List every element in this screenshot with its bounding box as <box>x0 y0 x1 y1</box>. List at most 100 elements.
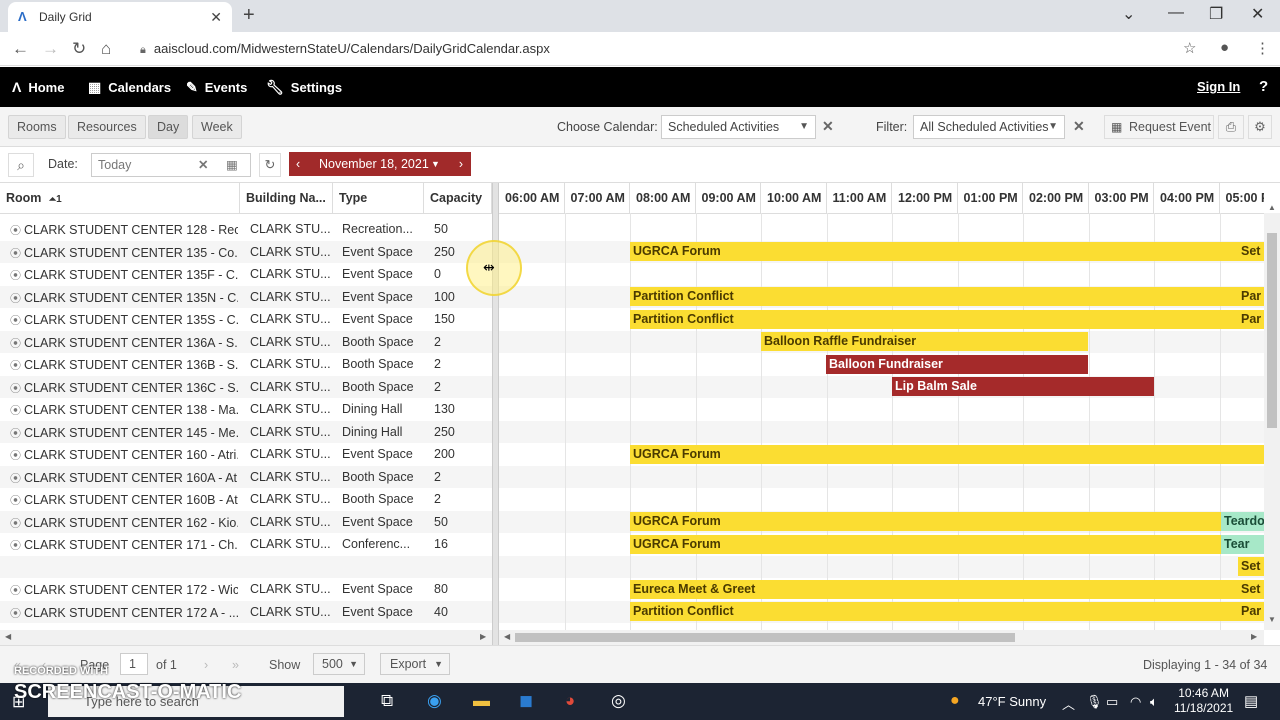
room-info-icon[interactable]: ⦿ <box>10 293 21 305</box>
wifi-icon[interactable]: ◠ <box>1130 694 1141 710</box>
column-header-room[interactable]: Room ⏶1 <box>0 183 240 213</box>
room-name[interactable]: ⦿ CLARK STUDENT CENTER 136A - S... <box>10 335 238 351</box>
profile-icon[interactable]: ● <box>1220 39 1229 56</box>
event-block[interactable]: UGRCA Forum <box>630 242 1264 261</box>
event-block[interactable]: Tear <box>1221 534 1264 554</box>
event-block[interactable]: Eureca Meet & Greet <box>630 579 1264 599</box>
reload-icon[interactable]: ↻ <box>72 39 86 59</box>
weather-text[interactable]: 47°F Sunny <box>978 694 1046 709</box>
room-name[interactable]: ⦿ CLARK STUDENT CENTER 136B - S... <box>10 357 238 373</box>
timeline-row[interactable] <box>499 465 1264 488</box>
event-block[interactable]: Teardo <box>1221 512 1264 531</box>
event-block[interactable]: Par <box>1238 287 1264 306</box>
table-row[interactable]: ⦿ CLARK STUDENT CENTER 135S - C... CLARK S… <box>0 308 492 331</box>
event-block[interactable]: Balloon Fundraiser <box>826 354 1088 374</box>
room-info-icon[interactable]: ⦿ <box>10 450 21 462</box>
event-block[interactable]: Balloon Raffle Fundraiser <box>761 332 1088 351</box>
print-icon[interactable]: ⎙ <box>1218 115 1244 139</box>
event-block[interactable]: Lip Balm Sale <box>892 377 1154 396</box>
timeline-row[interactable] <box>499 263 1264 286</box>
room-info-icon[interactable]: ⦿ <box>10 540 21 552</box>
room-name[interactable]: ⦿ CLARK STUDENT CENTER 160A - At... <box>10 470 238 486</box>
event-block[interactable]: Par <box>1238 309 1264 329</box>
tab-search-icon[interactable]: ⌄ <box>1122 4 1135 24</box>
timeline-row[interactable] <box>499 420 1264 443</box>
table-row[interactable]: ⦿ CLARK STUDENT CENTER 160 - Atri... CLARK… <box>0 443 492 466</box>
scroll-left-icon[interactable]: ◀ <box>504 632 510 641</box>
event-block[interactable]: Par <box>1238 602 1264 621</box>
back-icon[interactable]: ← <box>12 39 29 59</box>
event-block[interactable]: UGRCA Forum <box>630 444 1264 464</box>
room-info-icon[interactable]: ⦿ <box>10 338 21 350</box>
window-close-icon[interactable]: ✕ <box>1251 4 1264 24</box>
request-event-button[interactable]: ▦ Request Event <box>1104 115 1214 139</box>
new-tab-icon[interactable]: + <box>243 4 255 27</box>
gear-icon[interactable]: ⚙ <box>1248 115 1272 139</box>
room-name[interactable]: ⦿ CLARK STUDENT CENTER 138 - Ma... <box>10 402 238 418</box>
room-info-icon[interactable]: ⦿ <box>10 428 21 440</box>
room-name[interactable]: ⦿ CLARK STUDENT CENTER 135N - C... <box>10 290 238 306</box>
table-row[interactable]: ⦿ CLARK STUDENT CENTER 162 - Kio... CLARK … <box>0 510 492 533</box>
current-date[interactable]: November 18, 2021 <box>319 152 429 176</box>
file-explorer-icon[interactable]: ▬ <box>473 691 490 711</box>
volume-icon[interactable]: 🔈︎ <box>1150 694 1158 710</box>
room-info-icon[interactable]: ⦿ <box>10 270 21 282</box>
room-name[interactable]: ⦿ CLARK STUDENT CENTER 162 - Kio... <box>10 515 238 531</box>
room-info-icon[interactable]: ⦿ <box>10 405 21 417</box>
timeline-row[interactable] <box>499 488 1264 511</box>
room-info-icon[interactable]: ⦿ <box>10 360 21 372</box>
close-tab-icon[interactable]: ✕ <box>210 9 222 26</box>
table-row[interactable]: ⦿ CLARK STUDENT CENTER 135N - C... CLARK S… <box>0 285 492 308</box>
clear-date-icon[interactable]: ✕ <box>198 154 208 176</box>
previous-day-icon[interactable]: ‹ <box>296 152 300 176</box>
home-icon[interactable]: ⌂ <box>101 39 111 59</box>
sign-in-link[interactable]: Sign In <box>1197 79 1240 94</box>
view-week-button[interactable]: Week <box>192 115 242 139</box>
event-block[interactable]: UGRCA Forum <box>630 512 1264 531</box>
room-name[interactable]: ⦿ CLARK STUDENT CENTER 135S - C... <box>10 312 238 328</box>
nav-calendars[interactable]: ▦ Calendars <box>88 79 171 96</box>
battery-icon[interactable]: ▭ <box>1106 694 1118 710</box>
room-name[interactable]: ⦿ CLARK STUDENT CENTER 171 - Ch... <box>10 537 238 553</box>
notification-icon[interactable]: ▤ <box>1244 692 1258 710</box>
page-size-select[interactable]: 500 ▼ <box>313 653 365 675</box>
table-row[interactable]: ⦿ CLARK STUDENT CENTER 145 - Me... CLARK S… <box>0 420 492 443</box>
room-info-icon[interactable]: ⦿ <box>10 473 21 485</box>
horizontal-scroll-thumb[interactable] <box>515 633 1015 642</box>
left-horizontal-scrollbar[interactable]: ◀ ▶ <box>0 630 492 645</box>
clear-calendar-icon[interactable]: ✕ <box>822 118 834 135</box>
browser-menu-icon[interactable]: ⋮ <box>1255 39 1270 57</box>
screen-recorder-icon[interactable]: ◎ <box>611 691 626 711</box>
export-button[interactable]: Export ▼ <box>380 653 450 675</box>
timeline-row[interactable] <box>499 555 1264 578</box>
scroll-down-icon[interactable]: ▼ <box>1268 615 1276 624</box>
help-icon[interactable]: ? <box>1259 78 1268 95</box>
room-name[interactable]: ⦿ CLARK STUDENT CENTER 160 - Atri... <box>10 447 238 463</box>
next-day-icon[interactable]: › <box>459 152 463 176</box>
nav-settings[interactable]: 🔧︎ Settings <box>266 79 342 96</box>
table-row[interactable] <box>0 555 492 578</box>
table-row[interactable]: ⦿ CLARK STUDENT CENTER 160B - At... CLARK … <box>0 488 492 511</box>
room-info-icon[interactable]: ⦿ <box>10 383 21 395</box>
column-header-building[interactable]: Building Na... <box>240 183 333 213</box>
room-name[interactable]: ⦿ CLARK STUDENT CENTER 128 - Rec... <box>10 222 238 238</box>
chrome-icon[interactable]: ◕ <box>565 691 575 711</box>
view-rooms-button[interactable]: Rooms <box>8 115 66 139</box>
event-block[interactable]: UGRCA Forum <box>630 534 1264 554</box>
room-info-icon[interactable]: ⦿ <box>10 495 21 507</box>
nav-events[interactable]: ✎ Events <box>186 79 247 96</box>
timeline-row[interactable] <box>499 218 1264 241</box>
event-block[interactable]: Partition Conflict <box>630 602 1264 621</box>
room-name[interactable]: ⦿ CLARK STUDENT CENTER 135 - Co... <box>10 245 238 261</box>
forward-icon[interactable]: → <box>42 39 59 59</box>
scroll-left-icon[interactable]: ◀ <box>5 632 11 641</box>
event-block[interactable]: Partition Conflict <box>630 309 1264 329</box>
column-header-type[interactable]: Type <box>333 183 424 213</box>
room-name[interactable]: ⦿ CLARK STUDENT CENTER 145 - Me... <box>10 425 238 441</box>
event-block[interactable]: Set <box>1238 242 1264 261</box>
maximize-icon[interactable]: ❐ <box>1209 4 1223 24</box>
event-block[interactable]: Partition Conflict <box>630 287 1264 306</box>
view-day-button[interactable]: Day <box>148 115 189 139</box>
microphone-icon[interactable]: 🎙︎ <box>1086 694 1103 710</box>
tray-chevron-icon[interactable]: ︿ <box>1062 694 1075 713</box>
